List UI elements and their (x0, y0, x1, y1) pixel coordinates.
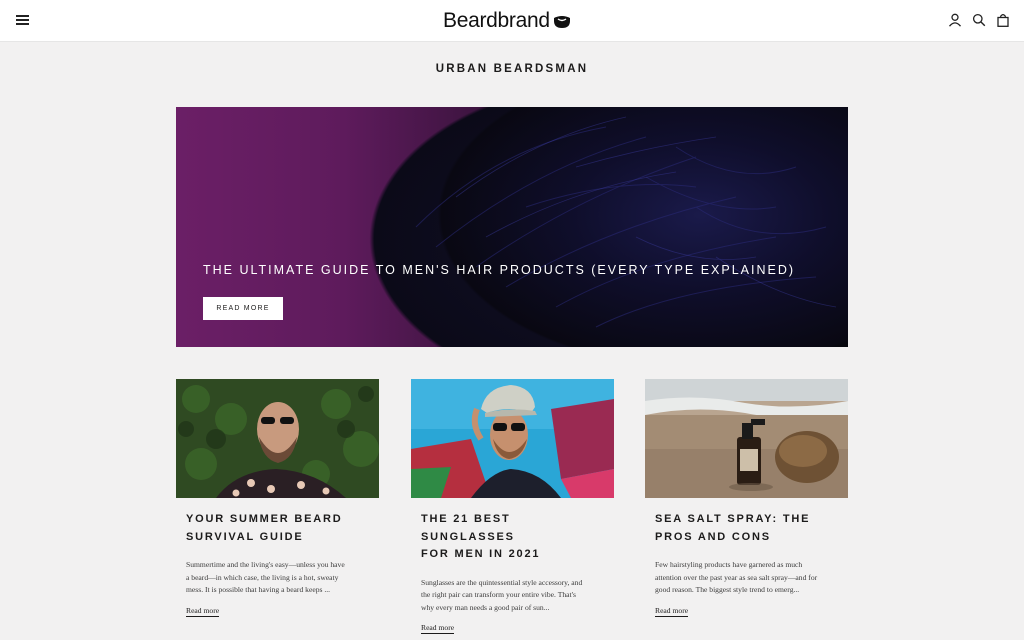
search-icon[interactable] (972, 13, 986, 27)
article-title[interactable]: THE 21 BEST SUNGLASSES FOR MEN IN 2021 (421, 511, 606, 564)
excerpt-line: attention over the past year as sea salt… (655, 572, 818, 582)
read-more-link[interactable]: Read more (655, 606, 689, 617)
featured-article-hero[interactable]: THE ULTIMATE GUIDE TO MEN'S HAIR PRODUCT… (176, 107, 848, 347)
account-icon[interactable] (948, 13, 962, 27)
article-title-line: SURVIVAL GUIDE (186, 530, 304, 543)
read-more-link[interactable]: Read more (186, 606, 220, 617)
article-title-line: YOUR SUMMER BEARD (186, 513, 343, 525)
excerpt-line: good reason. The biggest style trend to … (655, 585, 800, 594)
site-header: Beardbrand (0, 0, 1024, 42)
menu-icon[interactable] (16, 14, 30, 26)
article-card: SEA SALT SPRAY: THE PROS AND CONS Few ha… (645, 379, 848, 618)
excerpt-line: the right pair can transform your entire… (421, 590, 576, 599)
brand-name: Beardbrand (443, 9, 550, 32)
excerpt-line: Sunglasses are the quintessential style … (421, 577, 583, 587)
hero-article-title[interactable]: THE ULTIMATE GUIDE TO MEN'S HAIR PRODUCT… (203, 263, 795, 277)
article-title[interactable]: YOUR SUMMER BEARD SURVIVAL GUIDE (186, 511, 371, 546)
excerpt-line: Few hairstyling products have garnered a… (655, 560, 803, 569)
article-excerpt: Summertime and the living's easy—unless … (186, 559, 371, 597)
article-image-beard-man[interactable] (176, 379, 379, 498)
article-excerpt: Sunglasses are the quintessential style … (421, 577, 606, 615)
beard-logo-icon (553, 16, 570, 28)
brand-logo[interactable]: Beardbrand (443, 8, 571, 34)
page-title: URBAN BEARDSMAN (435, 63, 589, 75)
article-title-line: FOR MEN IN 2021 (421, 548, 541, 560)
excerpt-line: a beard—in which case, the living is a h… (186, 572, 339, 582)
excerpt-line: why every man needs a good pair of sun..… (421, 602, 550, 612)
excerpt-line: mess. It is possible that having a beard… (186, 585, 331, 594)
article-image-sea-salt-spray[interactable] (645, 379, 848, 498)
header-actions (948, 13, 1010, 27)
article-excerpt: Few hairstyling products have garnered a… (655, 559, 840, 597)
hero-read-more-button[interactable]: READ MORE (203, 297, 283, 320)
article-card: THE 21 BEST SUNGLASSES FOR MEN IN 2021 S… (411, 379, 614, 635)
article-title-line: THE 21 BEST SUNGLASSES (421, 513, 515, 543)
article-title-line: SEA SALT SPRAY: THE (655, 513, 811, 525)
cart-icon[interactable] (996, 13, 1010, 27)
read-more-link[interactable]: Read more (421, 623, 455, 634)
article-image-sunglasses-man[interactable] (411, 379, 614, 498)
article-title-line: PROS AND CONS (655, 530, 771, 543)
article-title[interactable]: SEA SALT SPRAY: THE PROS AND CONS (655, 511, 840, 546)
article-card: YOUR SUMMER BEARD SURVIVAL GUIDE Summert… (176, 379, 379, 618)
excerpt-line: Summertime and the living's easy—unless … (186, 560, 345, 569)
